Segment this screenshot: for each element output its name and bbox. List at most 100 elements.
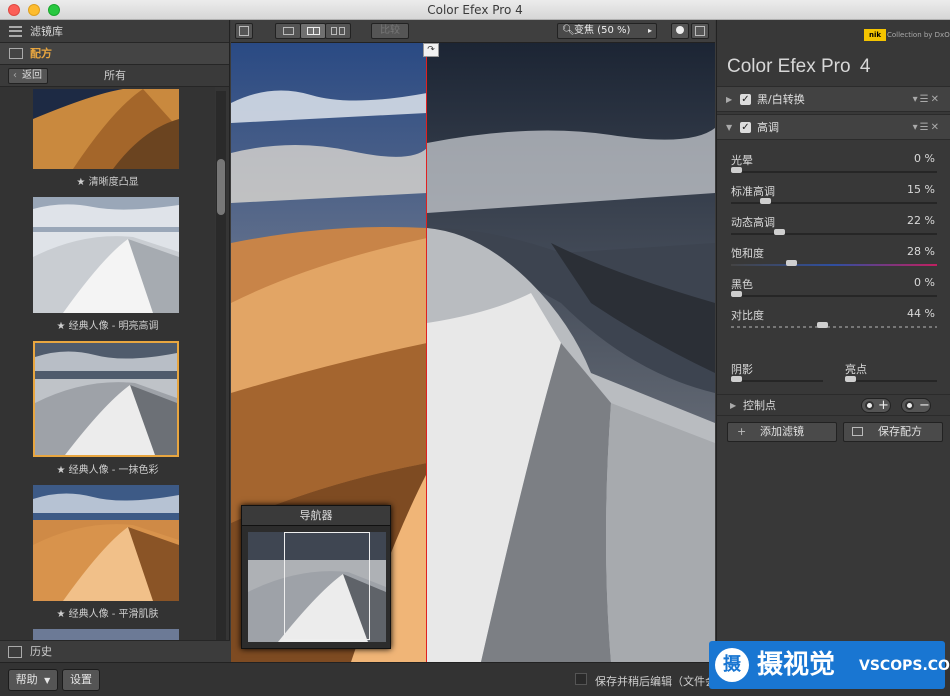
watermark-logo: 摄 [715,648,749,682]
zoom-dropdown[interactable]: 🔍︎ 变焦 (50 %) ▸ [557,23,657,39]
slider-knob[interactable] [773,229,785,235]
back-button[interactable]: ‹ 返回 [8,68,48,84]
split-divider[interactable] [426,43,427,662]
expand-arrow-icon[interactable]: ▶ [730,395,736,417]
split-divider-icon [313,27,314,35]
param-standard-highkey: 标准高调 15 % [731,183,937,213]
preset-nav-bar: 所有 ‹ 返回 [0,65,229,87]
right-panel: nik Collection by DxO Color Efex Pro 4 ▶… [716,20,950,662]
compare-button[interactable]: 比较 [371,23,409,39]
collapse-arrow-icon[interactable]: ▼ [726,115,732,141]
list-icon [9,26,22,37]
navigator-thumbnail[interactable] [248,532,386,642]
help-button[interactable]: 帮助 ▼ [8,669,58,691]
toggle-sidebar-button[interactable] [235,23,253,39]
side-right-icon [339,27,345,35]
add-control-point-button[interactable]: + [861,398,891,413]
product-title: Color Efex Pro 4 [727,56,870,78]
filter-menu-icon[interactable]: ▾☰✕ [913,115,941,141]
slider-track[interactable] [731,326,937,328]
param-contrast: 对比度 44 % [731,307,937,337]
navigator-viewport[interactable] [284,532,370,640]
product-version: 4 [859,56,871,77]
highlight-slider-track[interactable] [845,380,937,382]
slider-track[interactable] [731,171,937,173]
param-name: 标准高调 [731,185,775,198]
param-value: 15 % [907,183,935,196]
navigator-panel: 导航器 [241,505,391,649]
save-recipe-button[interactable]: 保存配方 [843,422,943,442]
sidebar-icon [239,26,249,36]
window-title: Color Efex Pro 4 [427,3,523,17]
shadow-slider-track[interactable] [731,380,823,382]
left-panel: 滤镜库 配方 所有 ‹ 返回 ★ 清晰度凸显 ★ 经典人像 - 明亮高调 ★ 经… [0,20,230,662]
recipes-icon [9,48,23,59]
preset-image [33,485,179,601]
minimize-window-button[interactable] [28,4,40,16]
slider-knob[interactable] [731,291,742,297]
close-window-button[interactable] [8,4,20,16]
filter-library-header[interactable]: 滤镜库 [0,20,229,43]
save-later-checkbox[interactable] [575,673,587,685]
param-name: 光晕 [731,154,753,167]
slider-track[interactable] [731,233,937,235]
preset-thumbnail[interactable] [33,197,179,313]
remove-control-point-button[interactable]: − [901,398,931,413]
fullscreen-button[interactable] [691,23,709,39]
slider-knob[interactable] [731,167,742,173]
filter-row-bw[interactable]: ▶ ✓ 黑/白转换 ▾☰✕ [717,86,950,112]
param-name: 动态高调 [731,216,775,229]
recipes-header[interactable]: 配方 [0,43,229,65]
param-saturation: 饱和度 28 % [731,245,937,275]
param-value: 0 % [914,276,935,289]
scrollbar-thumb[interactable] [217,159,225,215]
filter-name: 高调 [757,121,779,134]
filter-enable-checkbox[interactable]: ✓ [740,122,751,133]
slider-track[interactable] [731,264,937,266]
slider-knob[interactable] [785,260,797,266]
plus-icon: + [878,398,889,413]
preset-thumbnail-selected[interactable] [33,341,179,457]
param-name: 对比度 [731,309,764,322]
filter-menu-icon[interactable]: ▾☰✕ [913,87,941,113]
slider-track[interactable] [731,295,937,297]
preset-label: ★ 清晰度凸显 [76,177,139,188]
filter-row-highkey[interactable]: ▼ ✓ 高调 ▾☰✕ [717,114,950,140]
save-later-label: 保存并稍后编辑（文件会 [595,675,716,688]
shadow-label: 阴影 [731,363,753,376]
filter-enable-checkbox[interactable]: ✓ [740,94,751,105]
product-name: Color Efex Pro [727,56,851,77]
preset-image [33,89,179,169]
expand-arrow-icon[interactable]: ▶ [726,87,732,113]
preset-image [35,343,177,455]
highlight-slider-knob[interactable] [845,376,856,382]
zoom-window-button[interactable] [48,4,60,16]
image-preview[interactable]: ↷ 导航器 [231,43,715,662]
history-label: 历史 [30,645,52,658]
branding: nik Collection by DxO Color Efex Pro 4 [717,20,950,88]
slider-knob[interactable] [760,198,772,204]
history-panel-header[interactable]: 历史 [0,640,230,662]
preset-list-scrollbar[interactable] [216,91,226,657]
single-view-button[interactable] [275,23,301,39]
filter-library-label: 滤镜库 [30,25,63,38]
control-point-icon [905,401,914,410]
preset-thumbnail[interactable] [33,89,179,169]
param-name: 黑色 [731,278,753,291]
settings-button[interactable]: 设置 [62,669,100,691]
preset-thumbnail[interactable] [33,485,179,601]
collection-label: Collection by DxO [887,31,950,39]
param-black: 黑色 0 % [731,276,937,306]
nik-logo: nik [864,29,886,41]
add-filter-button[interactable]: + 添加滤镜 [727,422,837,442]
background-light-button[interactable] [671,23,689,39]
split-view-button[interactable] [300,23,326,39]
side-by-side-button[interactable] [325,23,351,39]
help-label: 帮助 [15,673,38,686]
control-points-row[interactable]: ▶ 控制点 + − [717,394,950,416]
split-handle[interactable]: ↷ [423,43,439,57]
shadow-slider-knob[interactable] [731,376,742,382]
single-view-icon [283,27,294,35]
slider-knob[interactable] [816,322,828,328]
back-button-label: 返回 [22,70,42,81]
